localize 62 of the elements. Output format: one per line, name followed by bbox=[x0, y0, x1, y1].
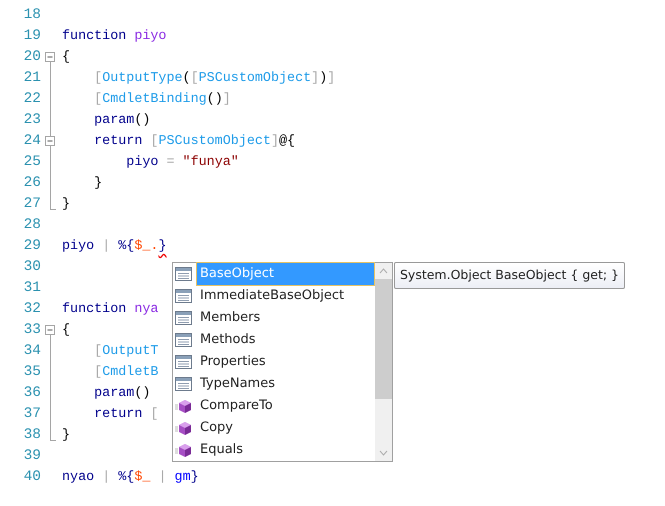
code-line: [OutputType([PSCustomObject])] bbox=[93, 70, 336, 88]
code-line: [CmdletBinding()] bbox=[93, 91, 231, 109]
line-number: 29 bbox=[22, 236, 41, 256]
collapse-icon[interactable] bbox=[45, 325, 55, 335]
property-icon bbox=[175, 355, 192, 369]
line-number: 25 bbox=[22, 152, 41, 172]
line-number: 19 bbox=[22, 26, 41, 46]
line-number: 27 bbox=[22, 194, 41, 214]
cube-icon bbox=[175, 443, 192, 457]
line-number: 36 bbox=[22, 384, 41, 403]
code-line: [OutputT bbox=[93, 343, 158, 361]
code-line: param() bbox=[93, 112, 150, 130]
code-line: nyao | %{$_ | gm} bbox=[62, 469, 199, 487]
line-number: 18 bbox=[22, 6, 41, 25]
code-line: param() bbox=[93, 385, 150, 403]
line-number: 20 bbox=[22, 48, 41, 67]
line-number: 31 bbox=[22, 278, 41, 298]
line-number: 23 bbox=[22, 110, 41, 130]
tooltip: System.Object BaseObject { get; } bbox=[394, 262, 625, 289]
code-line: } bbox=[93, 175, 102, 193]
completion-item[interactable]: Equals bbox=[196, 438, 248, 462]
property-icon bbox=[175, 377, 192, 391]
code-line: function piyo bbox=[62, 28, 166, 46]
code-line: [CmdletB bbox=[93, 364, 158, 382]
collapse-icon[interactable] bbox=[45, 52, 55, 62]
completion-item[interactable]: ImmediateBaseObject bbox=[196, 284, 348, 308]
line-number: 32 bbox=[22, 300, 41, 319]
line-number: 21 bbox=[22, 68, 41, 88]
code-line: function nya bbox=[62, 301, 158, 319]
cube-icon bbox=[175, 399, 192, 413]
code-line: return [ bbox=[93, 406, 158, 424]
line-number: 39 bbox=[22, 446, 41, 466]
code-line: return [PSCustomObject]@{ bbox=[93, 133, 296, 151]
line-number: 24 bbox=[22, 132, 41, 151]
line-number: 37 bbox=[22, 404, 41, 424]
completion-item[interactable]: TypeNames bbox=[196, 372, 279, 396]
line-number: 22 bbox=[22, 90, 41, 109]
completion-item[interactable]: Properties bbox=[196, 350, 270, 374]
collapse-icon[interactable] bbox=[45, 136, 55, 146]
property-icon bbox=[175, 289, 192, 303]
property-icon bbox=[175, 333, 192, 347]
line-number: 38 bbox=[22, 426, 41, 445]
completion-item[interactable]: Copy bbox=[196, 416, 237, 440]
line-number: 33 bbox=[22, 320, 41, 340]
cube-icon bbox=[175, 421, 192, 435]
code-line: } bbox=[62, 196, 70, 214]
code-line: { bbox=[62, 49, 70, 67]
line-number: 30 bbox=[22, 258, 41, 277]
code-line: } bbox=[62, 427, 70, 445]
code-line: piyo = "funya" bbox=[125, 154, 239, 172]
line-number: 28 bbox=[22, 216, 41, 235]
code-line: { bbox=[62, 322, 70, 340]
line-number: 34 bbox=[22, 342, 41, 361]
property-icon bbox=[175, 311, 192, 325]
line-number: 35 bbox=[22, 362, 41, 382]
property-icon bbox=[175, 267, 192, 281]
completion-item[interactable]: Members bbox=[196, 306, 264, 330]
line-number: 26 bbox=[22, 174, 41, 193]
line-number: 40 bbox=[22, 468, 41, 487]
completion-item[interactable]: CompareTo bbox=[196, 394, 277, 418]
code-line: piyo | %{$_.} bbox=[62, 238, 166, 256]
completion-item[interactable]: Methods bbox=[196, 328, 260, 352]
